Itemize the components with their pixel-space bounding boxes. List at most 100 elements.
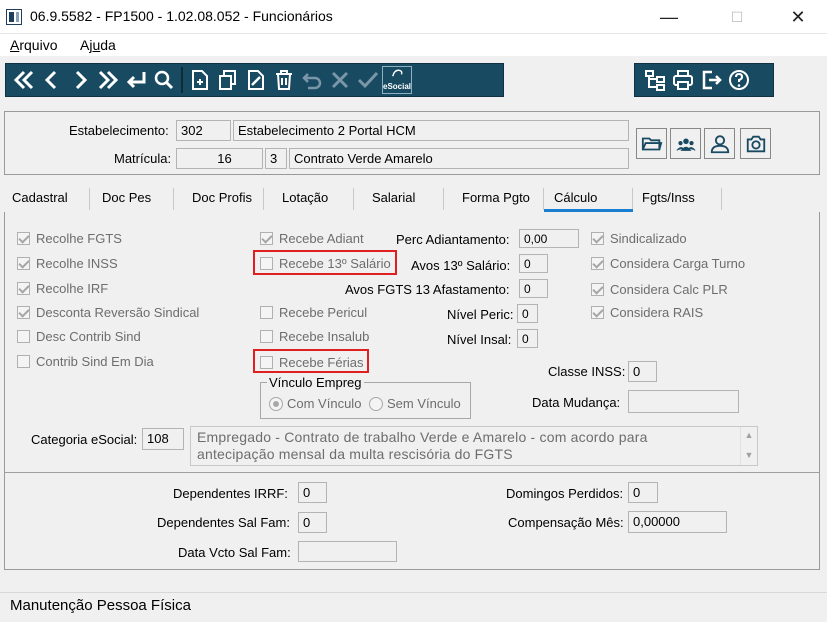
tab-doc-pes[interactable]: Doc Pes [94,188,174,210]
help-icon[interactable] [727,67,751,93]
first-icon[interactable] [12,67,36,93]
checkbox-label: Recebe Pericul [279,305,368,320]
radio-label: Sem Vínculo [387,396,461,411]
folder-icon [641,137,662,150]
desconta-reversao-sindical-checkbox[interactable]: Desconta Reversão Sindical [17,305,199,320]
tab-cadastral[interactable]: Cadastral [4,188,90,210]
delete-icon[interactable] [272,67,296,93]
esocial-label: eSocial [383,82,412,91]
checkbox-box [260,232,273,245]
classe-inss-field[interactable]: 0 [628,361,657,382]
last-icon[interactable] [96,67,120,93]
checkbox-box [17,257,30,270]
description-scrollbar[interactable]: ▲ ▼ [740,427,757,465]
avos-fgts-13-label: Avos FGTS 13 Afastamento: [345,282,510,297]
categoria-esocial-label: Categoria eSocial: [31,432,138,447]
domingos-perdidos-field[interactable]: 0 [628,482,658,503]
contrato-code-field[interactable]: 3 [265,148,287,169]
print-icon[interactable] [671,67,695,93]
people-group-icon [675,138,696,151]
person-icon [710,134,729,153]
radio-dot [269,396,283,411]
next-icon[interactable] [68,67,92,93]
confirm-icon[interactable] [356,67,380,93]
checkbox-label: Recebe Adiant [279,231,364,246]
checkbox-label: Recolhe FGTS [36,231,122,246]
cancel-icon[interactable] [328,67,352,93]
nivel-insal-label: Nível Insal: [447,332,512,347]
checkbox-box [591,257,604,270]
esocial-icon[interactable]: eSocial [382,66,412,94]
considera-rais-checkbox[interactable]: Considera RAIS [591,305,703,320]
status-text: Manutenção Pessoa Física [10,597,191,614]
data-vcto-sal-fam-field[interactable] [298,541,397,562]
minimize-icon[interactable]: — [646,0,692,34]
tab-doc-profis[interactable]: Doc Profis [184,188,264,210]
recebe-pericul-checkbox[interactable]: Recebe Pericul [260,305,367,320]
tab-calculo[interactable]: Cálculo [544,188,633,210]
matricula-field[interactable]: 16 [176,148,263,169]
description-line: antecipação mensal da multa rescisória d… [197,446,513,462]
recebe-ferias-checkbox[interactable]: Recebe Férias [260,355,364,370]
nivel-peric-field[interactable]: 0 [517,304,538,323]
estabelecimento-code-field[interactable]: 302 [176,120,231,141]
scroll-down-icon[interactable]: ▼ [741,450,757,460]
nivel-insal-field[interactable]: 0 [517,329,538,348]
menu-arquivo[interactable]: Arquivo [10,37,57,53]
recebe-insalub-checkbox[interactable]: Recebe Insalub [260,329,369,344]
data-mudanca-field[interactable] [628,390,739,413]
desc-contrib-sind-checkbox[interactable]: Desc Contrib Sind [17,329,141,344]
return-icon[interactable] [124,67,148,93]
perc-adiantamento-field[interactable]: 0,00 [519,229,579,248]
close-icon[interactable]: ✕ [775,0,821,34]
contrib-sind-em-dia-checkbox[interactable]: Contrib Sind Em Dia [17,354,154,369]
person-button[interactable] [704,128,735,159]
copy-icon[interactable] [216,67,240,93]
recebe-adiant-checkbox[interactable]: Recebe Adiant [260,231,364,246]
recolhe-irf-checkbox[interactable]: Recolhe IRF [17,281,108,296]
checkbox-label: Contrib Sind Em Dia [36,354,154,369]
tab-fgts-inss[interactable]: Fgts/Inss [634,188,722,210]
photo-button[interactable] [740,128,771,159]
recebe-13-salario-checkbox[interactable]: Recebe 13º Salário [260,256,391,271]
checkbox-box [17,306,30,319]
avos-fgts-13-field[interactable]: 0 [519,279,548,298]
toolbar-separator [181,67,183,93]
com-vinculo-radio[interactable]: Com Vínculo [269,396,361,411]
exit-icon[interactable] [699,67,723,93]
tab-lotacao[interactable]: Lotação [274,188,354,210]
sindicalizado-checkbox[interactable]: Sindicalizado [591,231,687,246]
checkbox-label: Considera RAIS [610,305,704,320]
checkbox-label: Recolhe INSS [36,256,118,271]
tab-forma-pgto[interactable]: Forma Pgto [454,188,544,210]
avos-13-salario-field[interactable]: 0 [519,254,548,273]
new-icon[interactable] [188,67,212,93]
checkbox-box [591,306,604,319]
edit-icon[interactable] [244,67,268,93]
checkbox-box [260,257,273,270]
scroll-up-icon[interactable]: ▲ [741,430,757,440]
dependentes-sal-fam-field[interactable]: 0 [298,512,327,533]
checkbox-box [260,330,273,343]
open-folder-button[interactable] [636,128,667,159]
sem-vinculo-radio[interactable]: Sem Vínculo [369,396,461,411]
checkbox-label: Sindicalizado [610,231,687,246]
menu-ajuda[interactable]: Ajuda [80,37,116,53]
recolhe-inss-checkbox[interactable]: Recolhe INSS [17,256,118,271]
recolhe-fgts-checkbox[interactable]: Recolhe FGTS [17,231,122,246]
categoria-esocial-code-field[interactable]: 108 [142,428,184,450]
maximize-icon[interactable]: ☐ [714,0,760,34]
search-icon[interactable] [152,67,176,93]
considera-calc-plr-checkbox[interactable]: Considera Calc PLR [591,282,728,297]
considera-carga-turno-checkbox[interactable]: Considera Carga Turno [591,256,745,271]
tab-salarial[interactable]: Salarial [364,188,444,210]
checkbox-box [591,283,604,296]
dependentes-irrf-field[interactable]: 0 [298,482,327,503]
section-divider [5,472,819,473]
undo-icon[interactable] [300,67,324,93]
compensacao-mes-field[interactable]: 0,00000 [628,511,727,533]
prev-icon[interactable] [40,67,64,93]
group-button[interactable] [670,128,701,159]
checkbox-box [260,306,273,319]
tree-icon[interactable] [643,67,667,93]
